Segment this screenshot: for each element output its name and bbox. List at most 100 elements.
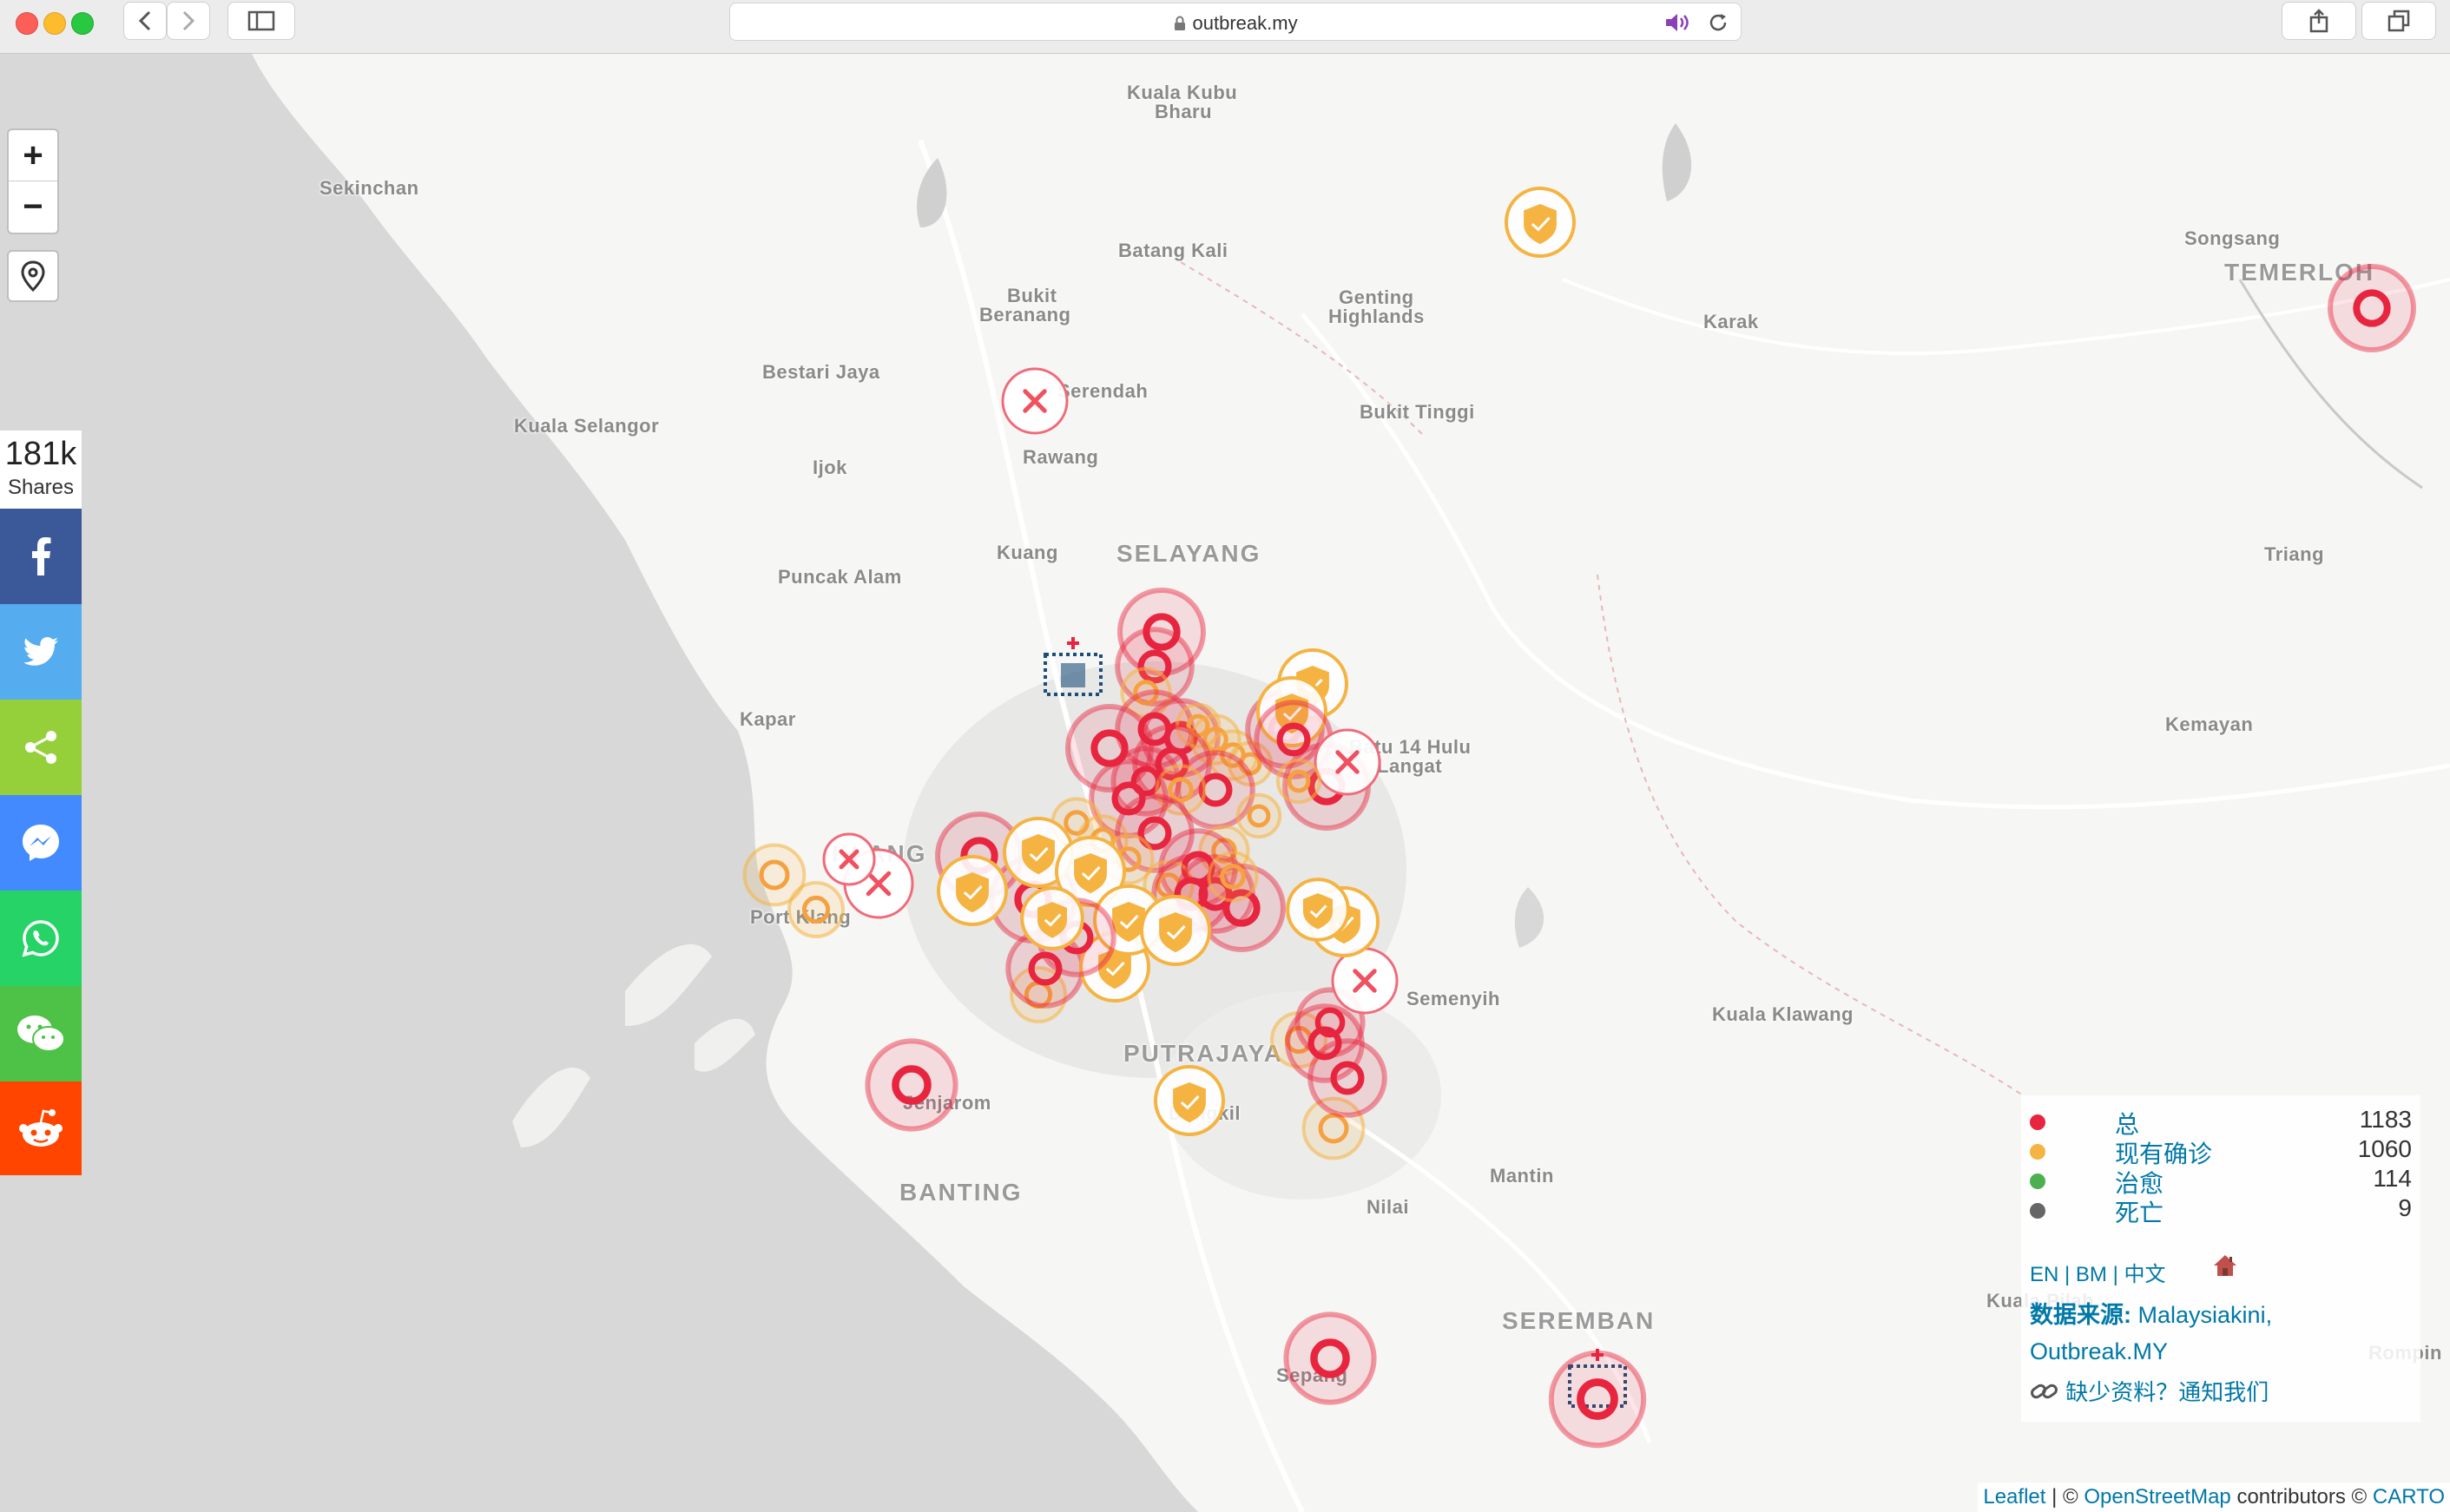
reddit-icon — [19, 1109, 63, 1147]
url-label: outbreak.my — [1192, 12, 1298, 34]
legend-value: 114 — [2373, 1165, 2412, 1192]
reddit-share-button[interactable] — [0, 1081, 82, 1175]
legend-label: 死亡 — [2115, 1200, 2164, 1226]
report-missing-label: 缺少资料？通知我们 — [2065, 1379, 2269, 1405]
place-label: Kapar — [740, 708, 796, 730]
facebook-share-button[interactable] — [0, 509, 82, 604]
sidebar-icon — [247, 10, 275, 31]
small-case-marker[interactable] — [787, 880, 846, 939]
lock-icon — [1175, 16, 1186, 30]
place-label: Semenyih — [1406, 988, 1500, 1009]
legend-row-active: 现有确诊 1060 — [2030, 1135, 2412, 1167]
place-label: Mantin — [1490, 1165, 1554, 1187]
share-nodes-icon — [25, 731, 56, 764]
place-label: Bukit Tinggi — [1360, 401, 1475, 423]
link-icon — [2031, 1384, 2058, 1399]
chevron-left-icon — [139, 10, 151, 31]
active-case-marker[interactable] — [1548, 1350, 1647, 1449]
attribution-contributors: contributors © — [2230, 1485, 2373, 1509]
legend-row-recovered: 治愈 114 — [2030, 1165, 2412, 1197]
wechat-share-button[interactable] — [0, 986, 82, 1081]
zoom-in-button[interactable]: + — [9, 130, 57, 181]
map-attribution: Leaflet | © OpenStreetMap contributors ©… — [1978, 1482, 2450, 1512]
leaflet-link[interactable]: Leaflet — [1983, 1485, 2045, 1509]
minimize-window-button[interactable] — [43, 12, 66, 35]
share-icon — [2309, 9, 2328, 33]
place-label: Songsang — [2184, 227, 2281, 249]
map-canvas[interactable]: Kuala Kubu Bharu Sekinchan Batang Kali Bukit… — [0, 54, 2450, 1512]
recovered-case-marker[interactable] — [1139, 894, 1212, 967]
maximize-window-button[interactable] — [71, 12, 94, 35]
recovered-case-marker[interactable] — [936, 854, 1009, 927]
carto-link[interactable]: CARTO — [2373, 1485, 2445, 1509]
place-label: Highlands — [1328, 306, 1425, 327]
active-case-marker[interactable] — [1282, 1311, 1377, 1405]
place-label: Bestari Jaya — [762, 361, 880, 383]
tabs-overview-button[interactable] — [2361, 2, 2436, 40]
place-label: SEREMBAN — [1502, 1307, 1656, 1334]
legend-dot-active — [2030, 1144, 2045, 1160]
close-window-button[interactable] — [16, 12, 38, 35]
data-source: 数据来源: Malaysiakini, Outbreak.MY — [2030, 1297, 2412, 1370]
legend-value: 1183 — [2359, 1106, 2412, 1133]
locate-me-button[interactable] — [7, 250, 59, 302]
active-case-marker[interactable] — [2327, 263, 2417, 353]
recovered-case-marker[interactable] — [1504, 186, 1577, 259]
share-label: Shares — [7, 476, 75, 499]
place-label: Bharu — [1155, 101, 1213, 122]
whatsapp-icon — [22, 920, 59, 957]
reload-icon[interactable] — [1708, 12, 1729, 33]
small-case-marker[interactable] — [1235, 792, 1282, 839]
browser-toolbar: outbreak.my — [0, 0, 2450, 54]
language-switcher[interactable]: EN | BM | 中文 — [2030, 1257, 2165, 1287]
place-label: Nilai — [1367, 1196, 1409, 1218]
messenger-icon — [23, 825, 59, 861]
place-label: Karak — [1703, 311, 1759, 332]
wechat-icon — [17, 1016, 65, 1052]
sharethis-share-button[interactable] — [0, 700, 82, 795]
messenger-share-button[interactable] — [0, 795, 82, 891]
url-text: outbreak.my — [730, 12, 1741, 35]
twitter-icon — [23, 637, 58, 666]
location-pin-icon — [21, 260, 45, 292]
tabs-icon — [2387, 10, 2410, 32]
legend-panel: 总 1183 现有确诊 1060 治愈 114 死亡 9 EN | BM | 中… — [2021, 1095, 2420, 1422]
twitter-share-button[interactable] — [0, 604, 82, 700]
speaker-icon[interactable] — [1664, 13, 1690, 32]
death-case-marker[interactable] — [1313, 727, 1382, 797]
place-label: Kemayan — [2165, 713, 2254, 735]
small-case-marker[interactable] — [1206, 850, 1259, 903]
legend-dot-deaths — [2030, 1203, 2045, 1219]
osm-link[interactable]: OpenStreetMap — [2084, 1485, 2230, 1509]
hospital-icon[interactable] — [1037, 634, 1110, 703]
active-case-marker[interactable] — [864, 1037, 958, 1132]
address-bar[interactable]: outbreak.my — [729, 3, 1742, 41]
legend-row-deaths: 死亡 9 — [2030, 1194, 2412, 1226]
whatsapp-share-button[interactable] — [0, 891, 82, 986]
facebook-icon — [32, 537, 51, 575]
recovered-case-marker[interactable] — [1285, 877, 1351, 943]
legend-dot-recovered — [2030, 1173, 2045, 1189]
share-page-button[interactable] — [2282, 2, 2356, 40]
place-label: Kuala Selangor — [514, 415, 660, 437]
place-label: Ijok — [813, 457, 847, 478]
death-case-marker[interactable] — [1000, 366, 1070, 436]
place-label: Rawang — [1023, 446, 1099, 468]
share-counter: 181k Shares — [0, 431, 82, 509]
home-icon[interactable] — [2212, 1253, 2238, 1278]
legend-value: 9 — [2398, 1194, 2412, 1221]
zoom-out-button[interactable]: − — [9, 181, 57, 232]
place-label: Sekinchan — [319, 177, 419, 199]
back-button[interactable] — [123, 2, 167, 40]
place-label: Batang Kali — [1118, 240, 1228, 261]
sidebar-toggle-button[interactable] — [227, 2, 295, 40]
share-count: 181k — [4, 436, 77, 472]
forward-button[interactable] — [167, 2, 210, 40]
place-label: BANTING — [899, 1179, 1023, 1206]
recovered-case-marker[interactable] — [1019, 885, 1085, 951]
recovered-case-marker[interactable] — [1153, 1064, 1226, 1137]
report-missing-link[interactable]: 缺少资料？通知我们 — [2030, 1375, 2269, 1407]
zoom-control: + − — [7, 128, 59, 234]
chevron-right-icon — [182, 10, 194, 31]
death-case-marker[interactable] — [821, 832, 877, 887]
